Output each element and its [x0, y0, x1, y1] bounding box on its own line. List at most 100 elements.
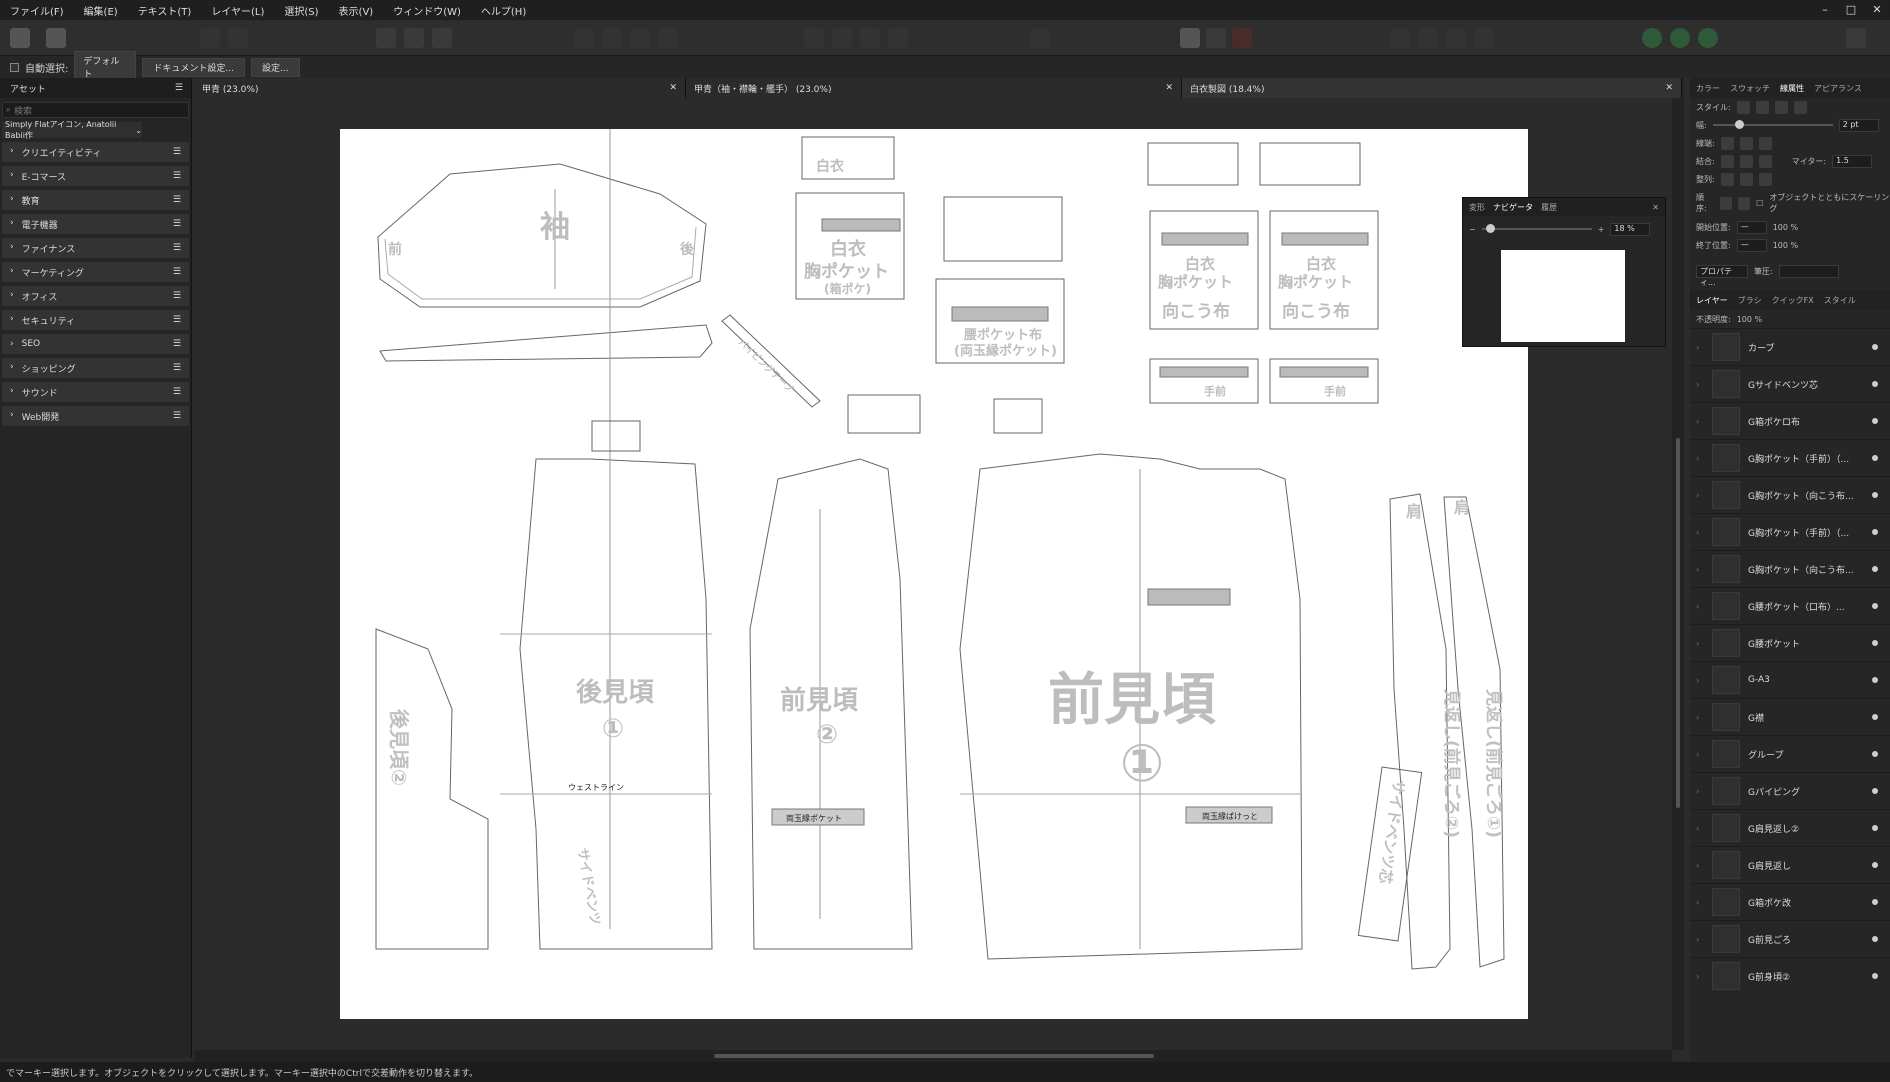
expand-icon[interactable]: › — [1696, 343, 1704, 352]
expand-icon[interactable]: › — [1696, 676, 1704, 685]
maximize-icon[interactable]: □ — [1838, 0, 1864, 20]
boolean-icon-2[interactable] — [1418, 28, 1438, 48]
layer-row[interactable]: › G-A3 — [1690, 661, 1890, 698]
assets-tab[interactable]: アセット ☰ — [0, 78, 191, 98]
document-settings-button[interactable]: ドキュメント設定... — [142, 57, 245, 77]
visibility-icon[interactable] — [1872, 751, 1878, 757]
layer-row[interactable]: › G襟 — [1690, 698, 1890, 735]
square-cap-icon[interactable] — [1758, 136, 1772, 150]
visibility-icon[interactable] — [1872, 455, 1878, 461]
menu-icon[interactable]: ☰ — [173, 147, 181, 157]
expand-icon[interactable]: › — [1696, 750, 1704, 759]
doc-tab-3[interactable]: 白衣製図 (18.4%) ✕ — [1182, 78, 1682, 98]
boolean-icon-4[interactable] — [1474, 28, 1494, 48]
layer-row[interactable]: › Gサイドベンツ芯 — [1690, 365, 1890, 402]
expand-icon[interactable]: › — [1696, 380, 1704, 389]
visibility-icon[interactable] — [1872, 825, 1878, 831]
visibility-icon[interactable] — [1872, 529, 1878, 535]
menu-icon[interactable]: ☰ — [173, 291, 181, 301]
brushes-tab[interactable]: ブラシ — [1738, 295, 1762, 306]
visibility-icon[interactable] — [1872, 640, 1878, 646]
swatches-tab[interactable]: スウォッチ — [1730, 83, 1770, 94]
width-value[interactable]: 2 pt — [1838, 118, 1879, 132]
expand-icon[interactable]: › — [1696, 602, 1704, 611]
asset-category[interactable]: › ファイナンス ☰ — [2, 238, 189, 258]
layer-row[interactable]: › G箱ポケロ布 — [1690, 402, 1890, 439]
doc-tab-2[interactable]: 甲青（袖・襟輪・艦手） (23.0%) ✕ — [686, 78, 1182, 98]
butt-cap-icon[interactable] — [1720, 136, 1734, 150]
expand-icon[interactable]: › — [1696, 861, 1704, 870]
asset-category[interactable]: › サウンド ☰ — [2, 382, 189, 402]
horizontal-scrollbar[interactable] — [194, 1050, 1672, 1062]
menu-icon[interactable]: ☰ — [173, 195, 181, 205]
bevel-join-icon[interactable] — [1758, 154, 1772, 168]
tool-icon[interactable] — [200, 28, 220, 48]
expand-icon[interactable]: › — [1696, 824, 1704, 833]
snap-toggle-icon[interactable] — [1206, 28, 1226, 48]
transform-icon[interactable] — [1030, 28, 1050, 48]
close-icon[interactable]: ✕ — [1864, 0, 1890, 20]
appearance-tab[interactable]: アピアランス — [1814, 83, 1862, 94]
menu-icon[interactable]: ☰ — [173, 243, 181, 253]
start-arrow-dropdown[interactable]: — — [1736, 220, 1767, 234]
menu-icon[interactable]: ☰ — [173, 363, 181, 373]
miter-value[interactable]: 1.5 — [1832, 154, 1873, 168]
zoom-slider[interactable] — [1481, 224, 1592, 233]
layer-row[interactable]: › カーブ — [1690, 328, 1890, 365]
layer-row[interactable]: › Gパイピング — [1690, 772, 1890, 809]
library-dropdown[interactable]: Simply Flatアイコン, Anatolii Babii作 ⌄ — [2, 120, 142, 140]
asset-category[interactable]: › 教育 ☰ — [2, 190, 189, 210]
menu-select[interactable]: 選択(S) — [274, 3, 328, 18]
menu-icon[interactable]: ☰ — [173, 387, 181, 397]
expand-icon[interactable]: › — [1696, 417, 1704, 426]
zoom-out-icon[interactable]: − — [1469, 225, 1476, 234]
order-back-icon[interactable] — [1737, 196, 1751, 210]
arrange-icon[interactable] — [574, 28, 594, 48]
asset-category[interactable]: › セキュリティ ☰ — [2, 310, 189, 330]
persona-icon[interactable] — [10, 28, 30, 48]
menu-icon[interactable]: ☰ — [173, 315, 181, 325]
visibility-icon[interactable] — [1872, 677, 1878, 683]
menu-layer[interactable]: レイヤー(L) — [201, 3, 274, 18]
layer-row[interactable]: › G肩見返し — [1690, 846, 1890, 883]
expand-icon[interactable]: › — [1696, 935, 1704, 944]
start-scale[interactable]: 100 % — [1773, 223, 1798, 232]
color-icon[interactable] — [1698, 28, 1718, 48]
visibility-icon[interactable] — [1872, 899, 1878, 905]
sync-icon[interactable] — [1670, 28, 1690, 48]
settings-button[interactable]: 設定... — [250, 57, 300, 77]
navigator-tab[interactable]: ナビゲータ — [1493, 202, 1533, 213]
doc-tab-1[interactable]: 甲青 (23.0%) ✕ — [194, 78, 686, 98]
expand-icon[interactable]: › — [1696, 972, 1704, 981]
snap-icon-3[interactable] — [432, 28, 452, 48]
properties-button[interactable]: プロパティ... — [1696, 264, 1748, 287]
round-join-icon[interactable] — [1739, 154, 1753, 168]
asset-category[interactable]: › E-コマース ☰ — [2, 166, 189, 186]
menu-icon[interactable]: ☰ — [173, 411, 181, 421]
opacity-value[interactable]: 100 % — [1737, 315, 1762, 324]
magnet-icon[interactable] — [1232, 28, 1252, 48]
visibility-icon[interactable] — [1872, 344, 1878, 350]
align-outside-icon[interactable] — [1758, 172, 1772, 186]
layer-row[interactable]: › G腰ポケット — [1690, 624, 1890, 661]
layer-row[interactable]: › G前身頃② — [1690, 957, 1890, 994]
navigator-thumbnail[interactable] — [1501, 250, 1625, 342]
order-front-icon[interactable] — [1719, 196, 1732, 210]
visibility-icon[interactable] — [1872, 936, 1878, 942]
layer-row[interactable]: › G胸ポケット（手前）（... — [1690, 513, 1890, 550]
zoom-in-icon[interactable]: + — [1598, 225, 1605, 234]
layer-row[interactable]: › G胸ポケット（手前）（... — [1690, 439, 1890, 476]
align-inside-icon[interactable] — [1739, 172, 1753, 186]
visibility-icon[interactable] — [1872, 492, 1878, 498]
layer-row[interactable]: › グループ — [1690, 735, 1890, 772]
visibility-icon[interactable] — [1872, 714, 1878, 720]
align-center-icon[interactable] — [1720, 172, 1734, 186]
scale-checkbox[interactable]: ☐ — [1756, 199, 1763, 208]
solid-stroke-icon[interactable] — [1755, 100, 1769, 114]
layer-row[interactable]: › G胸ポケット（向こう布... — [1690, 550, 1890, 587]
layer-row[interactable]: › G前見ごろ — [1690, 920, 1890, 957]
account-icon[interactable] — [1846, 28, 1866, 48]
brush-stroke-icon[interactable] — [1793, 100, 1807, 114]
asset-category[interactable]: › SEO ☰ — [2, 334, 189, 354]
layer-row[interactable]: › G箱ポケ改 — [1690, 883, 1890, 920]
